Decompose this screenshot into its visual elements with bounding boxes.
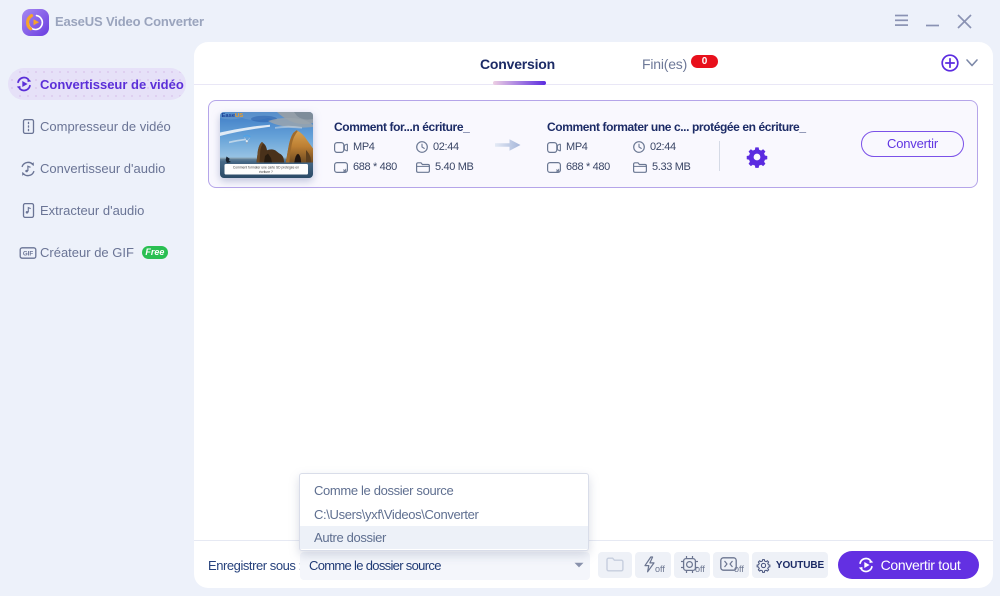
svg-text:GIF: GIF — [23, 251, 34, 258]
svg-text:EaseUS: EaseUS — [222, 113, 244, 119]
svg-text:écriture ?: écriture ? — [259, 170, 273, 174]
